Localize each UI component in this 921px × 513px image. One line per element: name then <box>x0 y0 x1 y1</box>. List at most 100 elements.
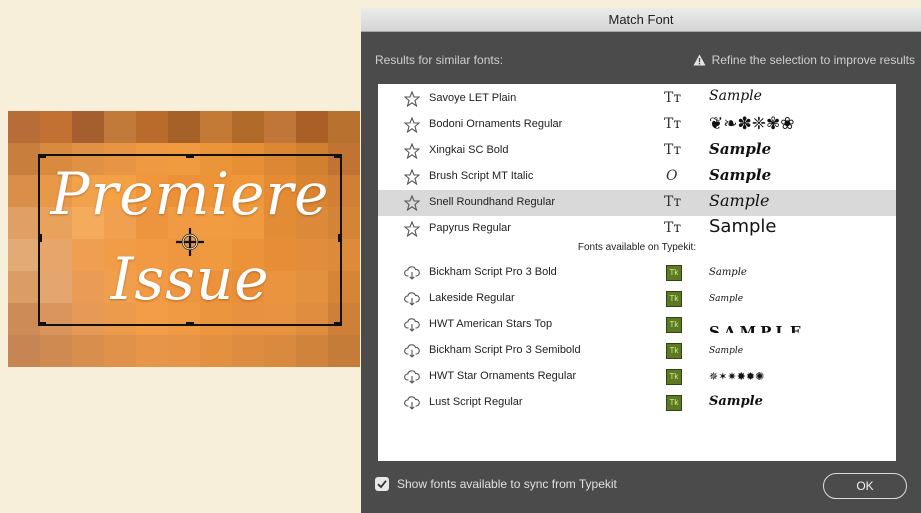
refine-hint-text: Refine the selection to improve results <box>711 53 915 67</box>
truetype-icon: Tт <box>664 220 682 236</box>
cloud-download-icon[interactable] <box>404 343 420 359</box>
canvas-pixel-block <box>328 111 360 143</box>
selection-handle-left[interactable] <box>38 234 42 242</box>
font-name: Papyrus Regular <box>429 222 511 234</box>
canvas-pixel-block <box>104 335 136 367</box>
star-icon[interactable] <box>404 195 420 211</box>
star-icon[interactable] <box>404 117 420 133</box>
canvas-pixel-block <box>232 111 264 143</box>
font-results-list[interactable]: Savoye LET Plain Tт Sample Bodoni Orname… <box>378 84 896 461</box>
cloud-download-icon[interactable] <box>404 369 420 385</box>
canvas-pixel-block <box>8 303 40 335</box>
canvas-pixel-block <box>296 111 328 143</box>
font-name: Brush Script MT Italic <box>429 170 534 182</box>
font-sample: Sample <box>709 88 762 104</box>
selection-handle-bottom-left[interactable] <box>38 322 46 326</box>
font-sample: Sample <box>709 216 777 237</box>
cloud-download-icon[interactable] <box>404 265 420 281</box>
star-icon[interactable] <box>404 221 420 237</box>
results-label: Results for similar fonts: <box>375 53 504 67</box>
ok-button[interactable]: OK <box>823 473 907 499</box>
font-name: Savoye LET Plain <box>429 92 517 104</box>
truetype-icon: Tт <box>664 90 682 106</box>
star-icon[interactable] <box>404 169 420 185</box>
canvas-pixel-block <box>200 111 232 143</box>
canvas-pixel-block <box>8 111 40 143</box>
truetype-icon: Tт <box>664 116 682 132</box>
typekit-badge-icon: Tk <box>666 265 682 281</box>
show-typekit-checkbox[interactable] <box>375 477 389 491</box>
canvas-pixel-block <box>200 335 232 367</box>
crosshair-icon <box>176 228 204 256</box>
font-row-papyrus[interactable]: Papyrus Regular Tт Sample <box>378 216 896 242</box>
font-sample: Sample <box>709 140 772 158</box>
font-sample: Sample <box>709 294 744 304</box>
font-sample: Sample <box>709 394 763 409</box>
canvas-pixel-block <box>8 335 40 367</box>
match-font-dialog: Match Font Results for similar fonts: Re… <box>361 8 921 513</box>
font-sample: Sample <box>709 267 747 278</box>
truetype-icon: Tт <box>664 142 682 158</box>
canvas-text-premiere: Premiere <box>50 160 330 228</box>
font-name: Snell Roundhand Regular <box>429 196 555 208</box>
canvas-pixel-block <box>8 207 40 239</box>
font-sample: Sample <box>709 166 772 184</box>
canvas-pixel-block <box>8 143 40 175</box>
typekit-badge-icon: Tk <box>666 317 682 333</box>
canvas-pixel-block <box>40 335 72 367</box>
font-name: HWT American Stars Top <box>429 318 553 330</box>
canvas-pixel-block <box>168 111 200 143</box>
opentype-icon: O <box>666 168 678 184</box>
selection-handle-top-left[interactable] <box>38 154 46 158</box>
font-name: Bodoni Ornaments Regular <box>429 118 563 130</box>
font-sample: ✵✶✷✸✹✺ <box>709 370 765 383</box>
font-sample: Sample <box>709 346 744 356</box>
cloud-download-icon[interactable] <box>404 317 420 333</box>
canvas-pixel-block <box>328 335 360 367</box>
show-typekit-label[interactable]: Show fonts available to sync from Typeki… <box>397 477 617 491</box>
selection-handle-top-right[interactable] <box>334 154 342 158</box>
typekit-badge-icon: Tk <box>666 369 682 385</box>
font-sample: ❦❧✽❈✾❀ <box>709 114 795 134</box>
canvas-pixel-block <box>8 175 40 207</box>
star-icon[interactable] <box>404 143 420 159</box>
typekit-badge-icon: Tk <box>666 343 682 359</box>
font-name: Xingkai SC Bold <box>429 144 509 156</box>
font-row-bickham-semibold[interactable]: Bickham Script Pro 3 Semibold Tk Sample <box>378 338 896 364</box>
dialog-title: Match Font <box>361 8 921 32</box>
font-row-hwt-american-stars[interactable]: HWT American Stars Top Tk SAMPLE <box>378 312 896 338</box>
checkmark-icon <box>377 480 387 489</box>
font-name: Lust Script Regular <box>429 396 523 408</box>
font-row-bodoni-ornaments[interactable]: Bodoni Ornaments Regular Tт ❦❧✽❈✾❀ <box>378 112 896 138</box>
selection-handle-right[interactable] <box>338 234 342 242</box>
font-row-brush-script[interactable]: Brush Script MT Italic O Sample <box>378 164 896 190</box>
selection-handle-bottom-right[interactable] <box>334 322 342 326</box>
selection-handle-top[interactable] <box>186 154 194 158</box>
canvas-pixel-block <box>264 111 296 143</box>
font-row-lust-script[interactable]: Lust Script Regular Tk Sample <box>378 390 896 416</box>
font-name: Bickham Script Pro 3 Semibold <box>429 344 581 356</box>
refine-hint: Refine the selection to improve results <box>693 53 915 67</box>
truetype-icon: Tт <box>664 194 682 210</box>
cloud-download-icon[interactable] <box>404 395 420 411</box>
canvas-pixel-block <box>296 335 328 367</box>
cloud-download-icon[interactable] <box>404 291 420 307</box>
font-row-xingkai[interactable]: Xingkai SC Bold Tт Sample <box>378 138 896 164</box>
canvas-pixel-block <box>232 335 264 367</box>
typekit-badge-icon: Tk <box>666 291 682 307</box>
typekit-section-label: Fonts available on Typekit: <box>577 242 697 253</box>
font-name: Lakeside Regular <box>429 292 515 304</box>
typekit-badge-icon: Tk <box>666 395 682 411</box>
canvas-pixel-block <box>264 335 296 367</box>
font-row-snell-roundhand[interactable]: Snell Roundhand Regular Tт Sample <box>378 190 896 216</box>
font-row-bickham-bold[interactable]: Bickham Script Pro 3 Bold Tk Sample <box>378 260 896 286</box>
font-row-lakeside[interactable]: Lakeside Regular Tk Sample <box>378 286 896 312</box>
font-sample: SAMPLE <box>709 323 806 333</box>
canvas-pixel-block <box>72 335 104 367</box>
font-row-savoye[interactable]: Savoye LET Plain Tт Sample <box>378 86 896 112</box>
star-icon[interactable] <box>404 91 420 107</box>
selection-handle-bottom[interactable] <box>186 322 194 326</box>
warning-icon <box>693 54 706 66</box>
font-row-hwt-star-ornaments[interactable]: HWT Star Ornaments Regular Tk ✵✶✷✸✹✺ <box>378 364 896 390</box>
canvas-pixel-block <box>136 111 168 143</box>
